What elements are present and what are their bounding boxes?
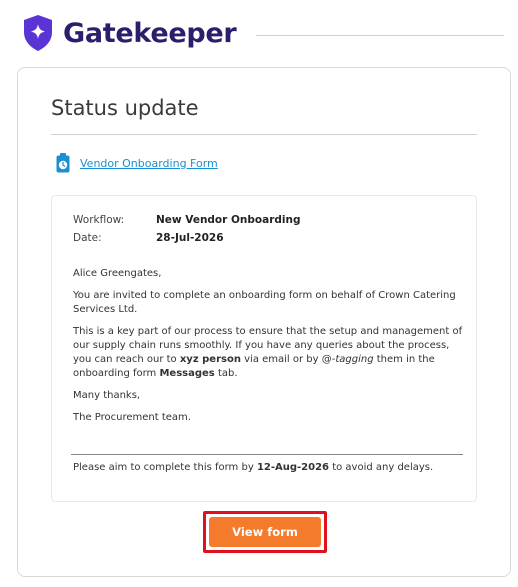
workflow-label: Workflow:: [73, 214, 125, 226]
vendor-onboarding-form-link[interactable]: Vendor Onboarding Form: [80, 157, 218, 170]
messages-tab-reference: Messages: [159, 368, 215, 379]
shield-star-icon: [24, 15, 52, 51]
clipboard-clock-icon: [56, 153, 70, 173]
status-card: Status update Vendor Onboarding Form Wor…: [17, 67, 511, 577]
header-divider: [256, 34, 504, 36]
workflow-row: Workflow: New Vendor Onboarding: [73, 211, 300, 229]
header: Gatekeeper: [22, 12, 504, 54]
process-paragraph: This is a key part of our process to ens…: [73, 326, 463, 379]
view-form-button[interactable]: View form: [209, 517, 321, 547]
signature: The Procurement team.: [73, 412, 191, 423]
deadline-divider: [71, 454, 463, 455]
contact-person: xyz person: [179, 354, 241, 365]
invitation-paragraph: You are invited to complete an onboardin…: [73, 290, 456, 315]
message-body: Alice Greengates, You are invited to com…: [73, 267, 465, 433]
deadline-note: Please aim to complete this form by 12-A…: [73, 462, 434, 473]
date-label: Date:: [73, 232, 102, 244]
signoff: Many thanks,: [73, 390, 141, 401]
title-divider: [51, 134, 477, 135]
form-link-row: Vendor Onboarding Form: [56, 153, 218, 173]
page-title: Status update: [51, 96, 199, 120]
view-form-highlight: View form: [203, 511, 327, 553]
brand-name: Gatekeeper: [63, 17, 237, 49]
greeting: Alice Greengates,: [73, 268, 162, 279]
workflow-value: New Vendor Onboarding: [156, 214, 301, 226]
message-panel: Workflow: New Vendor Onboarding Date: 28…: [51, 195, 477, 502]
date-value: 28-Jul-2026: [156, 232, 224, 244]
date-row: Date: 28-Jul-2026: [73, 229, 300, 247]
deadline-date: 12-Aug-2026: [256, 462, 330, 473]
meta-info: Workflow: New Vendor Onboarding Date: 28…: [73, 211, 300, 247]
